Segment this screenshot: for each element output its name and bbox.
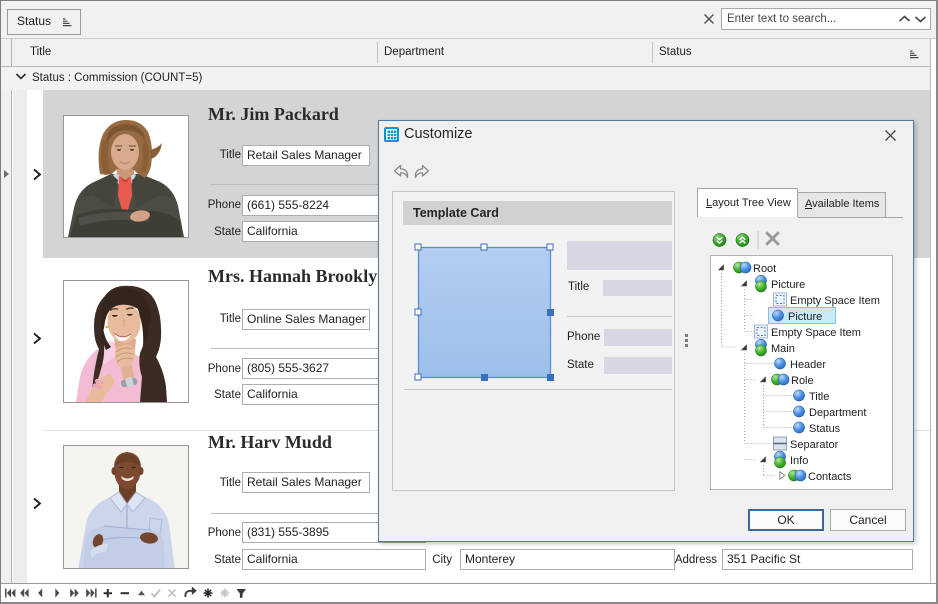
svg-text:Empty Space Item: Empty Space Item [790, 295, 880, 307]
svg-text:Header: Header [790, 359, 826, 371]
svg-text:Status: Status [809, 423, 841, 435]
svg-text:Department: Department [809, 407, 866, 419]
svg-text:Role: Role [791, 375, 814, 387]
svg-text:Main: Main [771, 343, 795, 355]
svg-text:Info: Info [790, 455, 808, 467]
svg-text:Empty Space Item: Empty Space Item [771, 327, 861, 339]
svg-text:Root: Root [753, 263, 776, 275]
svg-text:Title: Title [809, 391, 829, 403]
svg-text:Picture: Picture [771, 279, 805, 291]
svg-text:Separator: Separator [790, 439, 839, 451]
svg-text:Contacts: Contacts [808, 471, 852, 483]
svg-text:Picture: Picture [788, 311, 822, 323]
